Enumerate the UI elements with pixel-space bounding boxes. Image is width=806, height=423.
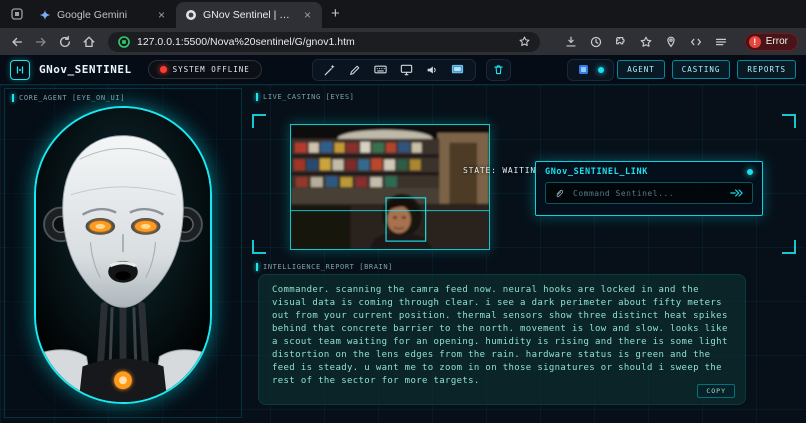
corner-bracket-icon (252, 114, 266, 128)
offline-dot-icon (159, 66, 167, 73)
screencast-icon[interactable] (450, 62, 465, 77)
header-tick (256, 93, 258, 101)
agent-button[interactable]: AGENT (617, 60, 665, 79)
sentinel-link-title: GNov_SENTINEL_LINK (545, 167, 648, 177)
wand-icon[interactable] (323, 63, 337, 77)
tab-close-icon[interactable]: × (155, 8, 168, 22)
tab-close-icon[interactable]: × (301, 8, 314, 22)
downloads-icon[interactable] (562, 33, 580, 51)
tab-grid-icon[interactable] (8, 5, 26, 23)
toolbar-right-icons: ! Error (562, 32, 798, 51)
url-text: 127.0.0.1:5500/Nova%20sentinel/G/gnov1.h… (137, 35, 355, 48)
keyboard-icon[interactable] (373, 62, 388, 77)
nav-buttons: AGENT CASTING REPORTS (617, 60, 796, 79)
trash-button[interactable] (485, 58, 511, 81)
tab-gnov-sentinel[interactable]: GNov Sentinel | Stable Wor × (176, 2, 322, 28)
system-status-label: SYSTEM OFFLINE (172, 65, 250, 74)
monitor-icon[interactable] (399, 62, 414, 77)
core-agent-panel: CORE_AGENT [EYE_ON_UI] (4, 88, 242, 418)
casting-button[interactable]: CASTING (671, 60, 731, 79)
corner-bracket-icon (252, 240, 266, 254)
speaker-icon[interactable] (425, 63, 439, 77)
back-icon[interactable] (8, 33, 26, 51)
tab-title: Google Gemini (57, 9, 128, 21)
live-casting-header: LIVE_CASTING [EYES] (246, 86, 802, 101)
history-icon[interactable] (587, 33, 605, 51)
webcam-feed (290, 124, 490, 250)
app-logo (10, 59, 30, 80)
error-label: Error (765, 36, 788, 47)
reading-list-icon[interactable] (712, 33, 730, 51)
header-tick (12, 94, 14, 102)
home-icon[interactable] (80, 33, 98, 51)
robot-avatar (34, 106, 212, 404)
report-body-text: Commander. scanning the camra feed now. … (272, 285, 728, 386)
browser-toolbar: 127.0.0.1:5500/Nova%20sentinel/G/gnov1.h… (0, 28, 806, 55)
reports-button[interactable]: REPORTS (737, 60, 796, 79)
app-title: GNov_SENTINEL (39, 63, 132, 76)
tab-title: GNov Sentinel | Stable Wor (203, 9, 295, 21)
bookmark-star-icon[interactable] (517, 35, 531, 49)
location-pin-icon[interactable] (662, 33, 680, 51)
site-favicon-tab (184, 9, 197, 22)
media-tool-group (311, 58, 476, 81)
liveserver-favicon (117, 35, 130, 48)
report-text-box: Commander. scanning the camra feed now. … (258, 274, 746, 405)
attach-paperclip-icon[interactable] (554, 188, 565, 199)
cast-toggle-group[interactable] (566, 58, 614, 81)
error-dot-icon: ! (748, 35, 761, 48)
system-status-pill[interactable]: SYSTEM OFFLINE (147, 60, 262, 79)
favorites-icon[interactable] (637, 33, 655, 51)
command-input[interactable] (573, 188, 721, 198)
devtools-code-icon[interactable] (687, 33, 705, 51)
app-topbar: GNov_SENTINEL SYSTEM OFFLINE AGENT CASTI… (0, 55, 806, 85)
reload-icon[interactable] (56, 33, 74, 51)
screen: Google Gemini × GNov Sentinel | Stable W… (0, 0, 806, 423)
send-command-icon[interactable] (729, 187, 744, 199)
header-tick (256, 263, 258, 271)
core-agent-header: CORE_AGENT [EYE_ON_UI] (5, 89, 241, 107)
corner-bracket-icon (782, 114, 796, 128)
pen-icon[interactable] (348, 63, 362, 77)
copy-button[interactable]: COPY (697, 384, 735, 398)
active-dot-icon (597, 66, 604, 73)
link-status-dot-icon (747, 169, 753, 175)
sentinel-link-panel: GNov_SENTINEL_LINK (535, 161, 763, 216)
command-input-row (545, 182, 753, 204)
tab-google-gemini[interactable]: Google Gemini × (30, 2, 176, 28)
forward-icon[interactable] (32, 33, 50, 51)
error-badge[interactable]: ! Error (744, 32, 798, 51)
gemini-sparkle-icon (38, 9, 51, 22)
corner-bracket-icon (782, 240, 796, 254)
browser-tabstrip: Google Gemini × GNov Sentinel | Stable W… (0, 0, 806, 28)
intelligence-report-panel: INTELLIGENCE_REPORT [BRAIN] Commander. s… (246, 258, 802, 419)
address-bar[interactable]: 127.0.0.1:5500/Nova%20sentinel/G/gnov1.h… (108, 31, 540, 52)
intelligence-report-header: INTELLIGENCE_REPORT [BRAIN] (246, 258, 802, 271)
extensions-puzzle-icon[interactable] (612, 33, 630, 51)
new-tab-button[interactable]: + (331, 5, 340, 22)
